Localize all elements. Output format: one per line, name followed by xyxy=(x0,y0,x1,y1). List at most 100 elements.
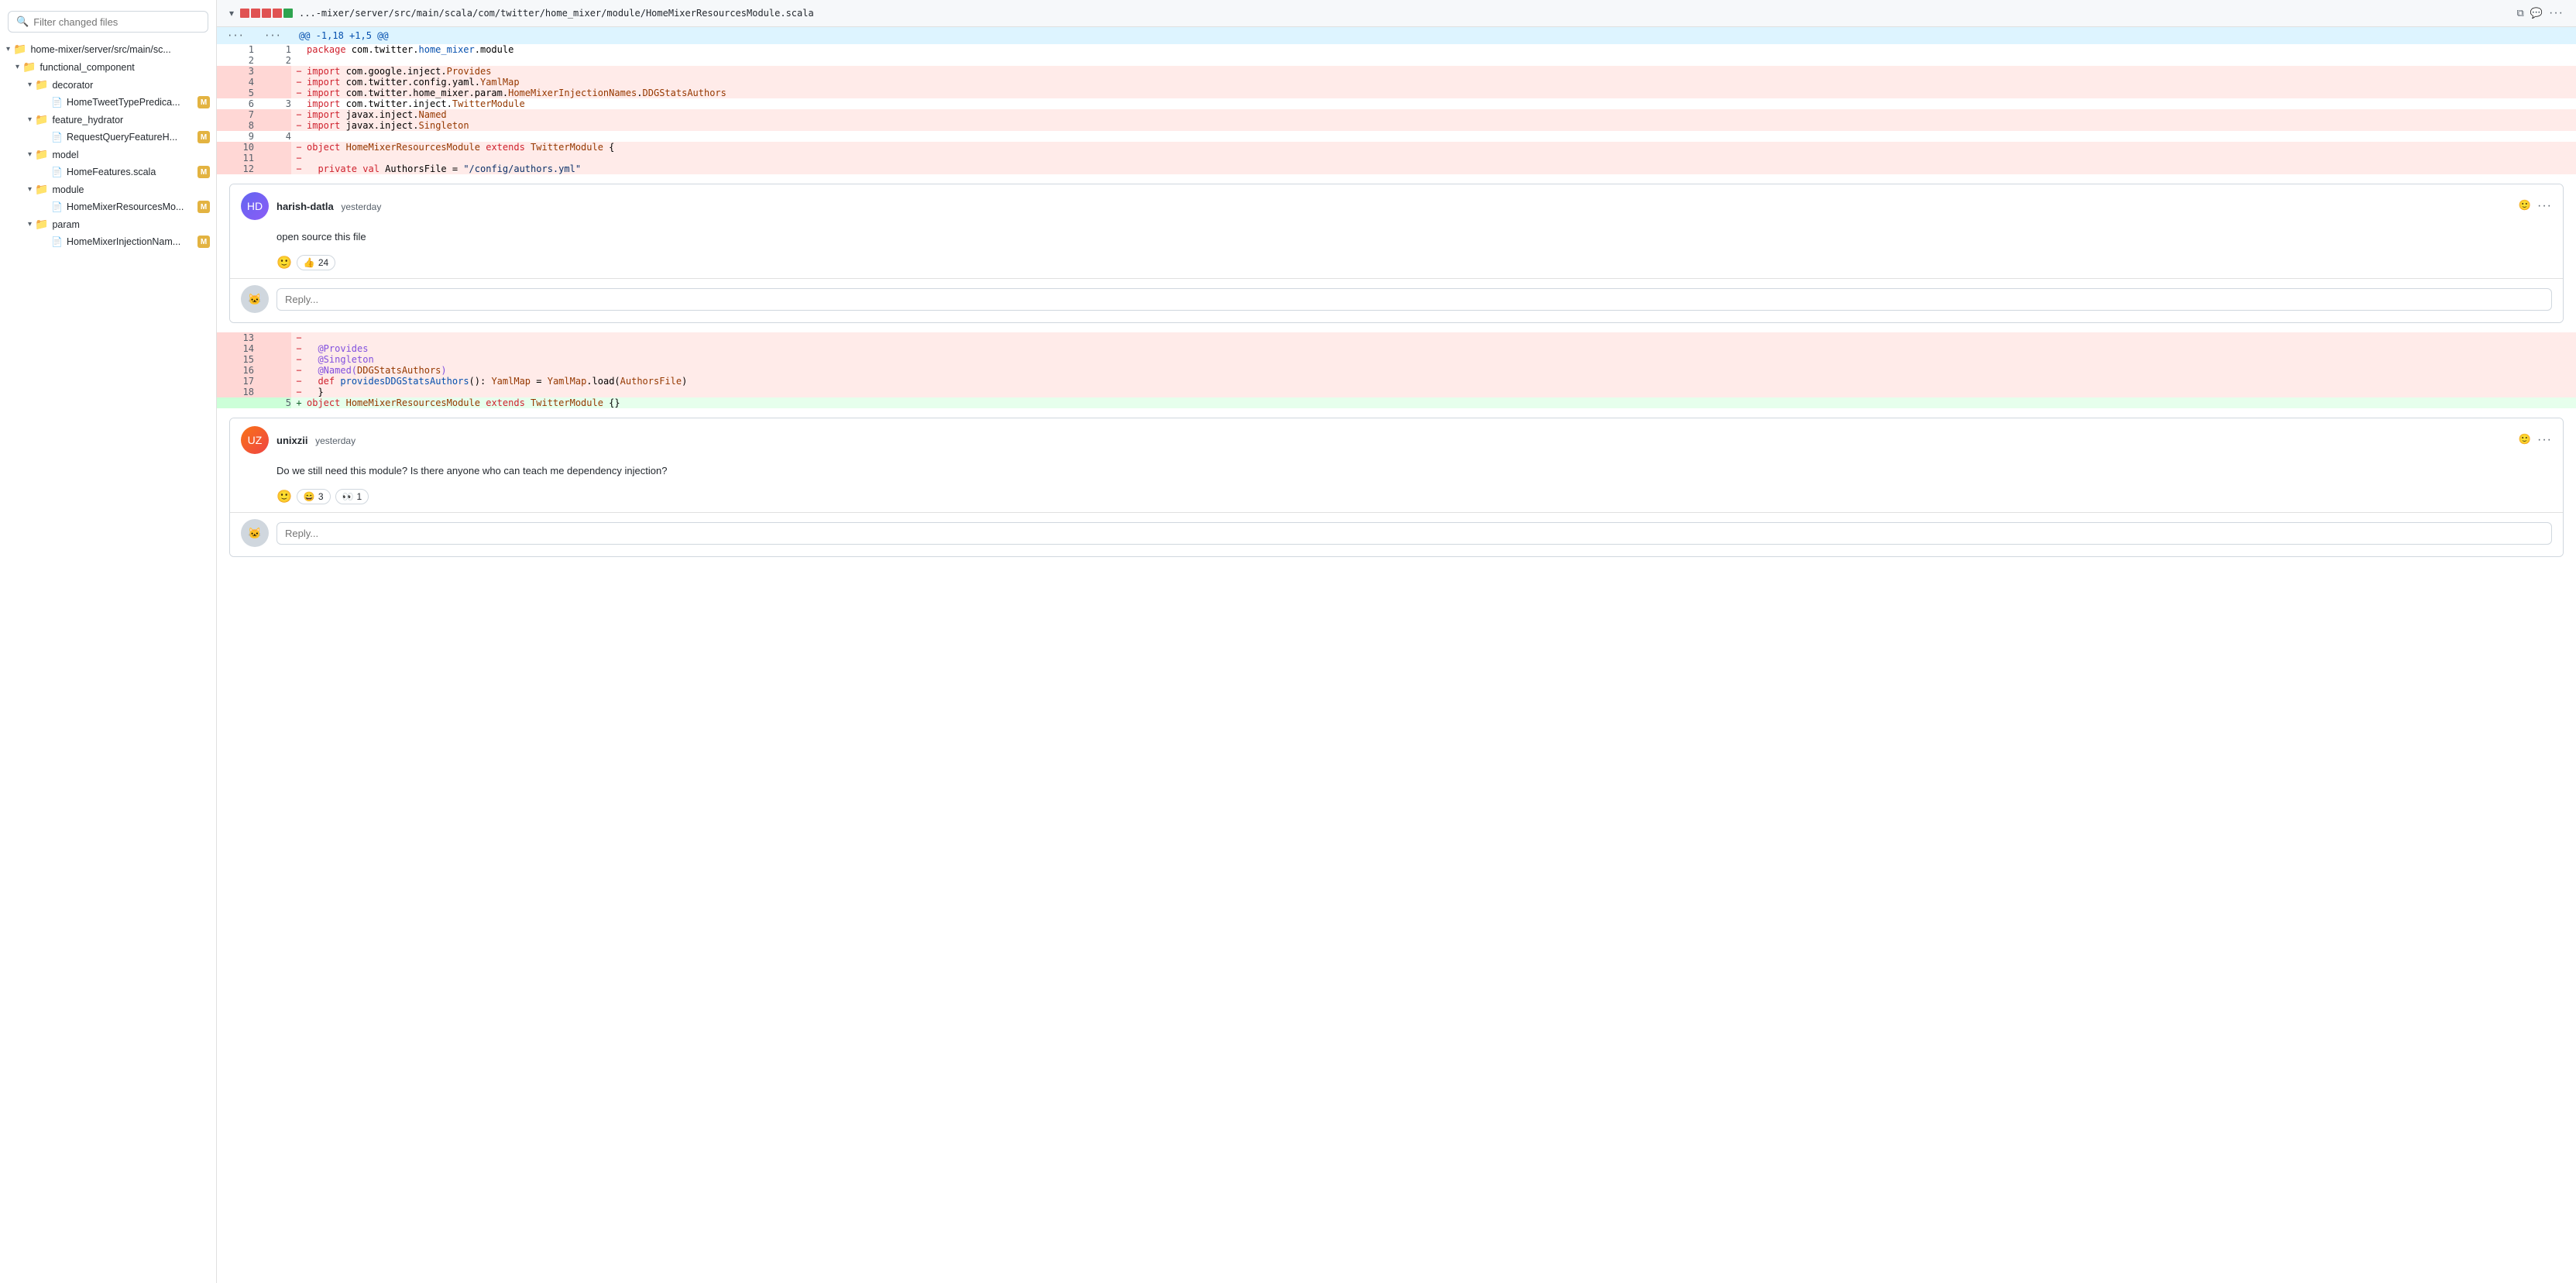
line-num-old: 5 xyxy=(217,88,254,98)
add-reaction-button-2[interactable]: 🙂 xyxy=(276,489,292,504)
thumbsup-emoji: 👍 xyxy=(304,257,315,268)
table-row: 12 − private val AuthorsFile = "/config/… xyxy=(217,163,2576,174)
line-num-old: 12 xyxy=(217,163,254,174)
line-num-new: 3 xyxy=(254,98,291,109)
thumbsup-reaction[interactable]: 👍 24 xyxy=(297,255,335,270)
tree-item-root-folder[interactable]: ▾📁home-mixer/server/src/main/sc... xyxy=(0,40,216,58)
tree-item-HomeFeatures.scala[interactable]: 📄HomeFeatures.scalaM xyxy=(0,163,216,181)
table-row: 14 − @Provides xyxy=(217,343,2576,354)
file-badge: M xyxy=(197,96,210,108)
tree-item-label: param xyxy=(52,219,210,230)
emoji-reaction-button-2[interactable]: 🙂 xyxy=(2519,433,2531,447)
reply-avatar-1: 🐱 xyxy=(241,285,269,313)
table-row: 5 − import com.twitter.home_mixer.param.… xyxy=(217,88,2576,98)
line-code: @Provides xyxy=(307,343,2576,354)
comment-block-2: UZ unixzii yesterday 🙂 ··· Do we still n… xyxy=(229,418,2564,557)
line-sign: − xyxy=(291,120,307,131)
search-input[interactable] xyxy=(33,16,200,28)
line-num-old: 9 xyxy=(217,131,254,142)
line-sign: + xyxy=(291,397,307,408)
add-reaction-button-1[interactable]: 🙂 xyxy=(276,255,292,270)
folder-icon: 📁 xyxy=(35,183,48,196)
tree-item-HomeMixerResourcesMo[interactable]: 📄HomeMixerResourcesMo...M xyxy=(0,198,216,215)
line-sign: − xyxy=(291,109,307,120)
tree-item-label: HomeTweetTypePredicа... xyxy=(67,97,194,108)
reply-area-1: 🐱 xyxy=(230,278,2563,322)
line-num-old: 13 xyxy=(217,332,254,343)
smile-reaction[interactable]: 😄 3 xyxy=(297,489,331,504)
line-num-old: 16 xyxy=(217,365,254,376)
more-options-button[interactable]: ··· xyxy=(2549,6,2564,20)
reply-input-1[interactable] xyxy=(276,288,2552,311)
line-num-old: 18 xyxy=(217,387,254,397)
tree-item-label: RequestQueryFeatureH... xyxy=(67,132,194,143)
count-box-del-2 xyxy=(251,9,260,18)
count-box-add-1 xyxy=(283,9,293,18)
table-row: 13 − xyxy=(217,332,2576,343)
more-options-comment-2[interactable]: ··· xyxy=(2537,433,2552,447)
comment-file-button[interactable]: 💬 xyxy=(2530,7,2543,19)
comment-time-1: yesterday xyxy=(341,201,381,212)
comment-time-2: yesterday xyxy=(315,435,355,446)
comment-header-2: UZ unixzii yesterday 🙂 ··· xyxy=(230,418,2563,462)
line-num-old: 2 xyxy=(217,55,254,66)
tree-item-HomeMixerInjectionNam[interactable]: 📄HomeMixerInjectionNam...M xyxy=(0,233,216,250)
tree-item-label: home-mixer/server/src/main/sc... xyxy=(30,44,210,55)
count-box-del-4 xyxy=(273,9,282,18)
chevron-icon: ▾ xyxy=(28,220,32,229)
line-sign: − xyxy=(291,365,307,376)
tree-item-feature_hydrator[interactable]: ▾📁feature_hydrator xyxy=(0,111,216,129)
line-code: package com.twitter.home_mixer.module xyxy=(307,44,2576,55)
line-num-new xyxy=(254,376,291,387)
line-sign: − xyxy=(291,332,307,343)
line-code: def providesDDGStatsAuthors(): YamlMap =… xyxy=(307,376,2576,387)
search-bar[interactable]: 🔍 xyxy=(8,11,208,33)
table-row: 16 − @Named(DDGStatsAuthors) xyxy=(217,365,2576,376)
line-num-new xyxy=(254,153,291,163)
tree-item-RequestQueryFeatureH[interactable]: 📄RequestQueryFeatureH...M xyxy=(0,129,216,146)
table-row: 4 − import com.twitter.config.yaml.YamlM… xyxy=(217,77,2576,88)
comment-meta-2: unixzii yesterday xyxy=(276,435,2511,446)
line-code: private val AuthorsFile = "/config/autho… xyxy=(307,163,2576,174)
line-num-old: 8 xyxy=(217,120,254,131)
file-count-indicator xyxy=(240,9,293,18)
expand-button[interactable]: ▾ xyxy=(229,8,234,19)
line-sign: − xyxy=(291,376,307,387)
line-num-new: 4 xyxy=(254,131,291,142)
line-num-old: 7 xyxy=(217,109,254,120)
more-options-comment-1[interactable]: ··· xyxy=(2537,199,2552,213)
tree-item-functional_component[interactable]: ▾📁functional_component xyxy=(0,58,216,76)
line-num-old: 3 xyxy=(217,66,254,77)
line-num-new: 5 xyxy=(254,397,291,408)
tree-item-model[interactable]: ▾📁model xyxy=(0,146,216,163)
line-num-old: 14 xyxy=(217,343,254,354)
table-row: 3 − import com.google.inject.Provides xyxy=(217,66,2576,77)
tree-item-label: module xyxy=(52,184,210,195)
tree-item-decorator[interactable]: ▾📁decorator xyxy=(0,76,216,94)
tree-item-label: feature_hydrator xyxy=(52,115,210,126)
reply-input-2[interactable] xyxy=(276,522,2552,545)
folder-icon: 📁 xyxy=(35,218,48,231)
tree-item-param[interactable]: ▾📁 param xyxy=(0,215,216,233)
line-sign: − xyxy=(291,66,307,77)
reply-area-2: 🐱 xyxy=(230,512,2563,556)
table-row: 18 − } xyxy=(217,387,2576,397)
hunk-ellipsis-left: ··· xyxy=(217,27,254,44)
eyes-reaction[interactable]: 👀 1 xyxy=(335,489,369,504)
line-num-old: 10 xyxy=(217,142,254,153)
file-icon: 📄 xyxy=(51,97,63,108)
table-row: 5 + object HomeMixerResourcesModule exte… xyxy=(217,397,2576,408)
emoji-reaction-button-1[interactable]: 🙂 xyxy=(2519,199,2531,213)
line-num-new xyxy=(254,120,291,131)
smile-emoji: 😄 xyxy=(304,491,315,502)
file-badge: M xyxy=(197,166,210,178)
line-num-new xyxy=(254,163,291,174)
copy-path-button[interactable]: ⧉ xyxy=(2517,7,2524,19)
file-badge: M xyxy=(197,131,210,143)
tree-item-module[interactable]: ▾📁module xyxy=(0,181,216,198)
folder-icon: 📁 xyxy=(35,148,48,161)
comment-author-1: harish-datla xyxy=(276,201,334,212)
tree-item-HomeTweetTypePredica[interactable]: 📄 HomeTweetTypePredicа...M xyxy=(0,94,216,111)
line-num-new xyxy=(254,142,291,153)
chevron-icon: ▾ xyxy=(28,81,32,89)
